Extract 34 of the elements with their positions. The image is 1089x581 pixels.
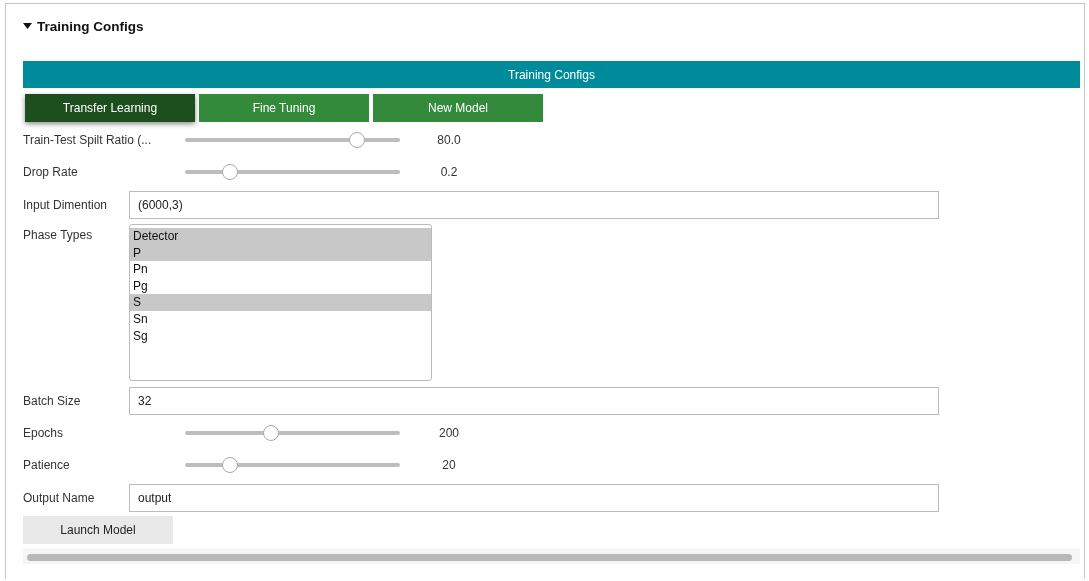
launch-button[interactable]: Launch Model: [23, 516, 173, 544]
section-title[interactable]: Training Configs: [37, 18, 144, 34]
slider-thumb[interactable]: [222, 457, 239, 473]
field-label: Drop Rate: [23, 165, 79, 179]
slider-value: 20: [441, 458, 457, 472]
list-option[interactable]: Pn: [130, 261, 431, 278]
input-field[interactable]: output: [129, 483, 939, 512]
field-label: Epochs: [23, 426, 65, 440]
field-label: Output Name: [23, 490, 96, 505]
list-option[interactable]: Pg: [130, 277, 431, 295]
input-field[interactable]: (6000,3): [129, 190, 939, 219]
field-label: Phase Types: [23, 227, 94, 242]
slider-thumb[interactable]: [349, 132, 365, 148]
caret-icon[interactable]: [23, 23, 32, 29]
tab[interactable]: New Model: [373, 94, 543, 122]
field-label: Batch Size: [23, 393, 82, 408]
phase-list[interactable]: Detector P Pn Pg S Sn Sg: [129, 224, 432, 381]
input-field[interactable]: 32: [129, 386, 939, 415]
slider-value: 0.2: [439, 165, 459, 179]
field-label: Input Dimention: [23, 197, 109, 212]
list-option[interactable]: Sg: [130, 327, 431, 345]
slider-thumb[interactable]: [222, 164, 239, 180]
list-option[interactable]: S: [130, 294, 431, 311]
tab[interactable]: Transfer Learning: [25, 94, 195, 122]
list-option[interactable]: Detector: [130, 228, 431, 245]
tab[interactable]: Fine Tuning: [199, 94, 369, 122]
list-option[interactable]: Sn: [130, 310, 431, 328]
slider-value: 80.0: [436, 133, 462, 147]
field-label: Train-Test Spilt Ratio (...: [23, 133, 153, 147]
slider-thumb[interactable]: [263, 425, 279, 441]
section-banner: Training Configs: [23, 61, 1080, 88]
horizontal-scrollbar[interactable]: [23, 549, 1080, 564]
slider-value: 200: [438, 426, 460, 440]
field-label: Patience: [23, 458, 71, 472]
